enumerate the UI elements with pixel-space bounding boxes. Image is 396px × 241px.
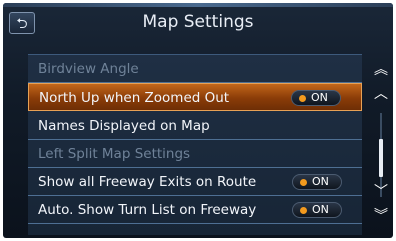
settings-list: Birdview Angle North Up when Zoomed Out … (28, 54, 362, 235)
double-up-arrow-icon[interactable]: ︽ (371, 61, 391, 79)
setting-label: Birdview Angle (38, 61, 139, 77)
setting-show-all-freeway-exits[interactable]: Show all Freeway Exits on Route ON (28, 168, 362, 196)
display-frame: ⮌ Map Settings Birdview Angle North Up w… (0, 0, 396, 241)
toggle-switch[interactable]: ON (292, 174, 342, 190)
setting-birdview-angle: Birdview Angle (28, 55, 362, 83)
toggle-value: ON (312, 175, 329, 188)
toggle-switch[interactable]: ON (291, 90, 341, 106)
setting-names-displayed-on-map[interactable]: Names Displayed on Map (28, 112, 362, 140)
toggle-value: ON (311, 91, 328, 104)
page-title: Map Settings (142, 12, 254, 32)
screen: ⮌ Map Settings Birdview Angle North Up w… (3, 3, 393, 238)
setting-label: North Up when Zoomed Out (39, 90, 230, 106)
indicator-dot-icon (300, 207, 307, 214)
up-arrow-icon[interactable]: ︿ (371, 85, 391, 103)
setting-label: Names Displayed on Map (38, 118, 210, 134)
setting-label: Auto. Show Turn List on Freeway (38, 202, 257, 218)
double-down-arrow-icon[interactable]: ︾ (371, 207, 391, 225)
toggle-switch[interactable]: ON (292, 202, 342, 218)
scroll-thumb[interactable] (379, 139, 383, 177)
return-arrow-icon: ⮌ (16, 15, 28, 31)
setting-auto-show-turn-list[interactable]: Auto. Show Turn List on Freeway ON (28, 196, 362, 224)
indicator-dot-icon (300, 179, 307, 186)
indicator-dot-icon (299, 95, 306, 102)
toggle-value: ON (312, 203, 329, 216)
top-highlight-bar (3, 3, 393, 7)
back-button[interactable]: ⮌ (9, 12, 35, 34)
setting-north-up-when-zoomed-out[interactable]: North Up when Zoomed Out ON (28, 83, 362, 111)
down-arrow-icon[interactable]: ﹀ (371, 183, 391, 201)
setting-left-split-map-settings: Left Split Map Settings (28, 140, 362, 168)
setting-label: Show all Freeway Exits on Route (38, 174, 257, 190)
scrollbar[interactable]: ︽ ︿ ﹀ ︾ (371, 59, 391, 231)
setting-label: Left Split Map Settings (38, 146, 191, 162)
